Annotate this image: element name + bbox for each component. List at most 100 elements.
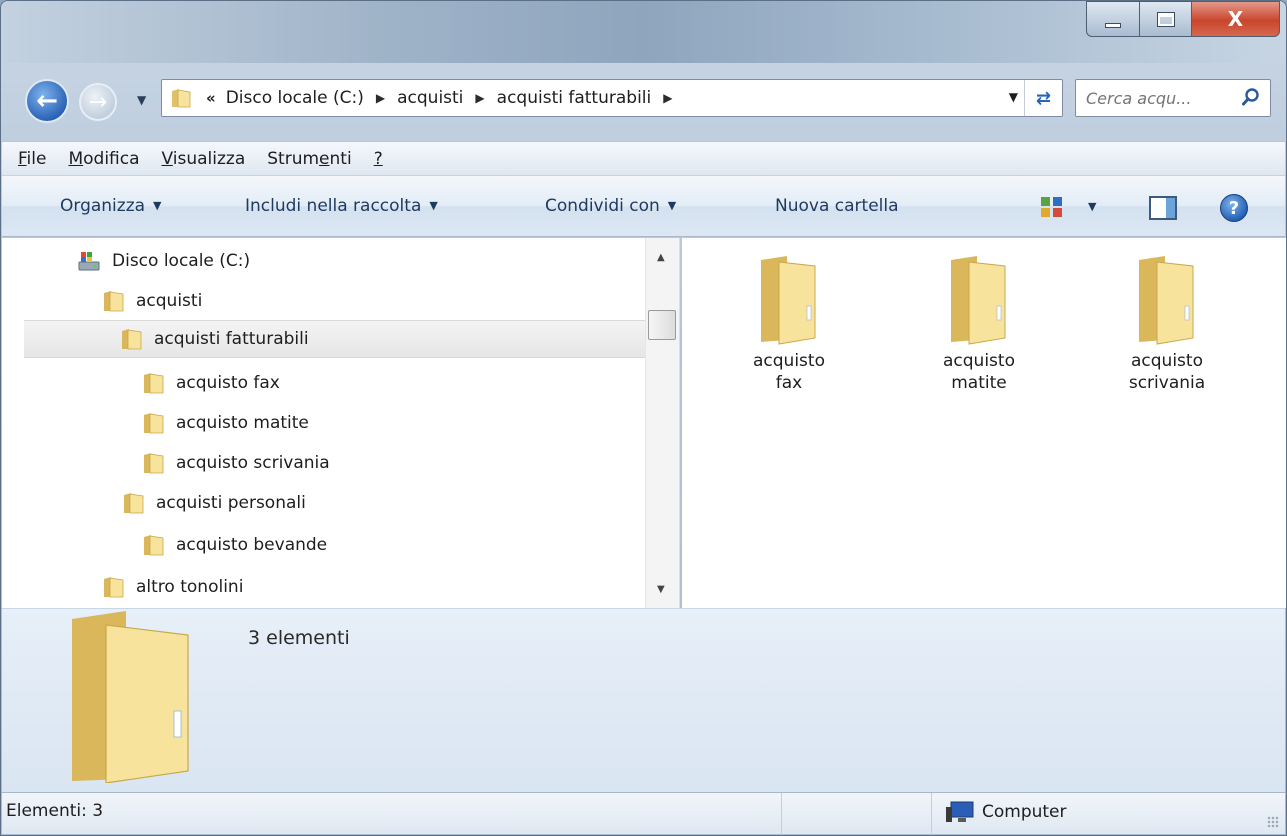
tree-item-disco-locale[interactable]: Disco locale (C:) xyxy=(78,242,250,280)
folder-icon xyxy=(144,373,164,394)
tree-item-acquisti[interactable]: acquisti xyxy=(102,282,202,320)
folder-icon xyxy=(144,535,164,556)
back-button[interactable]: ← xyxy=(25,79,69,123)
maximize-icon xyxy=(1156,11,1175,27)
tree-item-acquisto-fax[interactable]: acquisto fax xyxy=(142,364,280,402)
menu-modifica-mnemonic: M xyxy=(68,148,84,169)
computer-icon xyxy=(946,801,974,822)
recent-pages-button[interactable]: ▼ xyxy=(137,93,146,107)
menu-strumenti-label-end: nti xyxy=(329,148,352,169)
menu-visualizza-label: isualizza xyxy=(172,148,246,169)
refresh-button[interactable]: ⇄ xyxy=(1024,80,1062,116)
close-button[interactable]: X xyxy=(1192,1,1280,37)
folder-icon xyxy=(172,89,191,108)
tree-item-label: acquisto fax xyxy=(176,373,280,393)
folder-item-acquisto-scrivania[interactable]: acquisto scrivania xyxy=(1102,256,1232,394)
help-icon[interactable]: ? xyxy=(1220,194,1248,222)
include-in-library-button[interactable]: Includi nella raccolta ▼ xyxy=(245,196,438,216)
chevron-down-icon: ▼ xyxy=(429,199,438,212)
change-view-icon[interactable] xyxy=(1040,196,1064,218)
share-with-button[interactable]: Condividi con ▼ xyxy=(545,196,676,216)
menu-modifica[interactable]: Modifica xyxy=(68,149,139,169)
refresh-icon: ⇄ xyxy=(1035,87,1052,109)
tree-item-acquisti-personali[interactable]: acquisti personali xyxy=(122,484,306,522)
view-options-button[interactable]: ▼ xyxy=(1088,200,1096,213)
new-folder-button[interactable]: Nuova cartella xyxy=(775,196,899,216)
breadcrumb-separator-icon[interactable]: ▶ xyxy=(663,91,672,105)
tree-item-acquisti-fatturabili[interactable]: acquisti fatturabili xyxy=(24,320,646,358)
search-icon[interactable] xyxy=(1242,88,1260,106)
share-label: Condividi con xyxy=(545,196,660,216)
navigation-pane: Disco locale (C:) acquisti acquisti fatt… xyxy=(2,238,680,608)
minimize-button[interactable] xyxy=(1086,1,1140,37)
menu-file-label: ile xyxy=(26,148,47,169)
scroll-down-icon[interactable]: ▼ xyxy=(657,584,665,595)
menu-file[interactable]: File xyxy=(18,149,46,169)
chevron-down-icon: ▼ xyxy=(137,93,147,107)
tree-item-acquisto-matite[interactable]: acquisto matite xyxy=(142,404,309,442)
tree-item-acquisto-bevande[interactable]: acquisto bevande xyxy=(142,526,327,564)
menu-visualizza[interactable]: Visualizza xyxy=(162,149,246,169)
tree-item-altro-tonolini[interactable]: altro tonolini xyxy=(102,568,243,606)
details-pane: 3 elementi xyxy=(2,608,1285,792)
status-bar: Elementi: 3 Computer xyxy=(2,792,1285,835)
tree-item-label: acquisto bevande xyxy=(176,535,328,555)
forward-button[interactable]: → xyxy=(79,83,117,121)
organize-label: Organizza xyxy=(60,196,146,216)
menu-visualizza-mnemonic: V xyxy=(161,148,173,169)
breadcrumb-separator-icon[interactable]: ▶ xyxy=(475,91,484,105)
address-dropdown-button[interactable]: ▼ xyxy=(1009,90,1018,104)
tree-item-acquisto-scrivania[interactable]: acquisto scrivania xyxy=(142,444,330,482)
command-bar: Organizza ▼ Includi nella raccolta ▼ Condi… xyxy=(2,175,1285,237)
folder-label-line1: acquisto xyxy=(1131,351,1203,371)
address-overflow-button[interactable]: « xyxy=(206,89,216,107)
resize-grip[interactable] xyxy=(1267,816,1279,828)
folder-label-line2: matite xyxy=(951,373,1007,393)
breadcrumb-acquisti[interactable]: acquisti xyxy=(397,88,463,108)
scroll-up-icon[interactable]: ▲ xyxy=(657,252,665,263)
include-label: Includi nella raccolta xyxy=(245,196,422,216)
folder-icon xyxy=(144,413,164,434)
menu-strumenti-mnemonic: e xyxy=(319,148,330,169)
tree-item-label: acquisto matite xyxy=(176,413,309,433)
folder-icon xyxy=(122,329,142,350)
search-box[interactable] xyxy=(1075,79,1271,117)
status-zone-label: Computer xyxy=(982,802,1067,822)
tree-scrollbar[interactable]: ▲ ▼ xyxy=(645,238,679,608)
folder-icon xyxy=(104,291,124,312)
menu-strumenti[interactable]: Strumenti xyxy=(267,149,351,169)
search-input[interactable] xyxy=(1086,88,1236,108)
folder-item-acquisto-matite[interactable]: acquisto matite xyxy=(914,256,1044,394)
folder-label-line1: acquisto xyxy=(753,351,825,371)
content-pane: acquisto fax acquisto matite acquisto sc… xyxy=(682,238,1286,608)
folder-label-line2: fax xyxy=(775,373,803,393)
preview-pane-icon[interactable] xyxy=(1149,196,1177,220)
folder-icon xyxy=(124,493,144,514)
folder-icon xyxy=(761,256,816,345)
menu-help-mnemonic: ? xyxy=(373,148,383,169)
status-item-count: Elementi: 3 xyxy=(2,793,782,835)
folder-icon xyxy=(951,256,1006,345)
folder-label-line2: scrivania xyxy=(1128,373,1206,393)
folder-label-line1: acquisto xyxy=(943,351,1015,371)
scroll-thumb[interactable] xyxy=(648,310,676,340)
minimize-icon xyxy=(1105,22,1121,28)
title-bar[interactable]: X xyxy=(1,1,1286,63)
status-separator xyxy=(782,793,932,835)
folder-item-acquisto-fax[interactable]: acquisto fax xyxy=(724,256,854,394)
maximize-button[interactable] xyxy=(1140,1,1192,37)
back-arrow-icon: ← xyxy=(36,86,58,116)
menu-help[interactable]: ? xyxy=(374,149,383,169)
address-bar[interactable]: « Disco locale (C:) ▶ acquisti ▶ acquist… xyxy=(161,79,1063,117)
breadcrumb-separator-icon[interactable]: ▶ xyxy=(376,91,385,105)
close-icon: X xyxy=(1227,7,1244,31)
tree-item-label: acquisti fatturabili xyxy=(154,329,309,349)
tree-item-label: acquisti xyxy=(136,291,203,311)
forward-arrow-icon: → xyxy=(88,89,108,115)
breadcrumb-disco-locale[interactable]: Disco locale (C:) xyxy=(226,88,364,108)
folder-icon xyxy=(104,577,124,598)
organize-button[interactable]: Organizza ▼ xyxy=(60,196,162,216)
chevron-down-icon: ▼ xyxy=(667,199,677,212)
details-item-count: 3 elementi xyxy=(248,627,350,649)
breadcrumb-acquisti-fatturabili[interactable]: acquisti fatturabili xyxy=(497,88,652,108)
